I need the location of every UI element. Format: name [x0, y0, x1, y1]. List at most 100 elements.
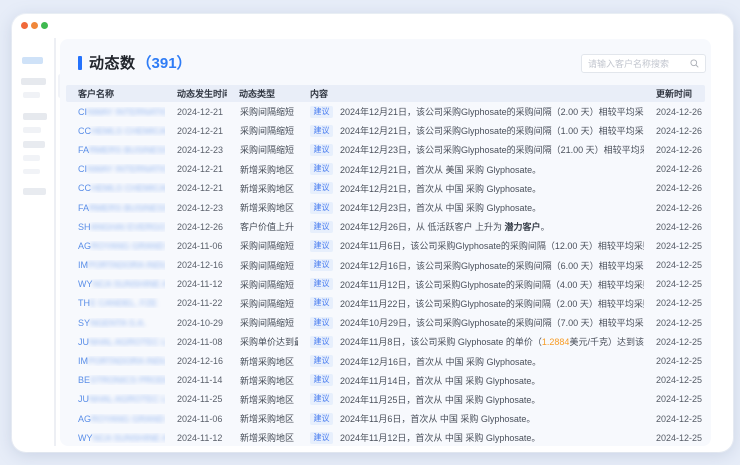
- suggestion-badge: 建议: [310, 317, 333, 329]
- customer-name-link[interactable]: WYNCA SUNSHINE AGRIC ...: [66, 279, 165, 289]
- suggestion-badge: 建议: [310, 182, 333, 194]
- content-text: 2024年12月21日，该公司采购Glyphosate的采购间隔（2.00 天）…: [340, 105, 644, 118]
- event-type-cell: 新增采购地区: [227, 355, 298, 368]
- event-type-cell: 新增采购地区: [227, 431, 298, 444]
- search-icon[interactable]: [690, 59, 699, 68]
- suggestion-badge: 建议: [310, 374, 333, 386]
- search-input[interactable]: [588, 59, 690, 69]
- main-panel: 动态数 （391） 客户名称 动态发生时间 动态类型 内容 更新时间 CINWA…: [60, 39, 711, 446]
- panel-header: 动态数 （391）: [60, 39, 711, 85]
- sidebar-item[interactable]: [21, 78, 46, 85]
- content-text: 2024年12月21日，首次从 中国 采购 Glyphosate。: [340, 182, 541, 195]
- updated-time-cell: 2024-12-26: [644, 222, 705, 232]
- customer-name-link[interactable]: IMPORTADORA INDUSTRIA...: [66, 260, 165, 270]
- blurred-name-text: E CANDEL, FZE: [90, 298, 157, 308]
- customer-name-link[interactable]: JUNHAL AGROTEC LIMITED: [66, 394, 165, 404]
- blurred-name-text: NHAL AGROTEC LI: [89, 394, 165, 404]
- event-time-cell: 2024-12-21: [165, 107, 227, 117]
- customer-name-link[interactable]: SHANGHAI EVERGO INTER...: [66, 222, 165, 232]
- updated-time-cell: 2024-12-25: [644, 337, 705, 347]
- content-text: 2024年12月21日，首次从 美国 采购 Glyphosate。: [340, 163, 541, 176]
- event-type-cell: 客户价值上升: [227, 220, 298, 233]
- content-text: 2024年12月21日，该公司采购Glyphosate的采购间隔（1.00 天）…: [340, 124, 644, 137]
- customer-name-link[interactable]: WYNCA SUNSHINE AGRIC ...: [66, 433, 165, 443]
- customer-name-link[interactable]: SYNGENTA S.A.: [66, 318, 165, 328]
- event-type-cell: 新增采购地区: [227, 393, 298, 406]
- content-text: 2024年11月22日，该公司采购Glyphosate的采购间隔（2.00 天）…: [340, 297, 644, 310]
- suggestion-badge: 建议: [310, 106, 333, 118]
- app-window: 动态数 （391） 客户名称 动态发生时间 动态类型 内容 更新时间 CINWA…: [12, 14, 733, 452]
- content-cell: 建议 2024年12月26日，从 低活跃客户 上升为 潜力客户。: [298, 220, 644, 233]
- window-maximize-button[interactable]: [41, 22, 48, 29]
- customer-name-link[interactable]: IMPORTADORA INDUSTRIA...: [66, 356, 165, 366]
- blurred-name-text: ROYANG GRAND C: [91, 414, 165, 424]
- updated-time-cell: 2024-12-25: [644, 394, 705, 404]
- suggestion-badge: 建议: [310, 278, 333, 290]
- table-row: WYNCA SUNSHINE AGRIC ... 2024-11-12 采购间隔…: [66, 275, 705, 294]
- table-row: FARMERS BUSINESS NET... 2024-12-23 采购间隔缩…: [66, 140, 705, 159]
- blurred-name-text: NHAL AGROTEC LI: [89, 337, 165, 347]
- updated-time-cell: 2024-12-25: [644, 356, 705, 366]
- content-cell: 建议 2024年12月16日，首次从 中国 采购 Glyphosate。: [298, 355, 644, 368]
- content-text: 2024年12月23日，该公司采购Glyphosate的采购间隔（21.00 天…: [340, 143, 644, 156]
- content-cell: 建议 2024年11月25日，首次从 中国 采购 Glyphosate。: [298, 393, 644, 406]
- event-time-cell: 2024-11-12: [165, 433, 227, 443]
- customer-name-link[interactable]: CINWAY INTERNATIONAL L...: [66, 164, 165, 174]
- updated-time-cell: 2024-12-25: [644, 279, 705, 289]
- sidebar-item[interactable]: [23, 141, 45, 148]
- customer-name-link[interactable]: AGROYANG GRAND COMPA...: [66, 414, 165, 424]
- customer-name-link[interactable]: CINWAY INTERNATIONAL L...: [66, 107, 165, 117]
- event-type-cell: 新增采购地区: [227, 374, 298, 387]
- event-time-cell: 2024-12-23: [165, 145, 227, 155]
- table-row: SYNGENTA S.A. 2024-10-29 采购间隔缩短 建议 2024年…: [66, 313, 705, 332]
- suggestion-badge: 建议: [310, 297, 333, 309]
- sidebar-item[interactable]: [23, 113, 47, 120]
- event-time-cell: 2024-12-21: [165, 183, 227, 193]
- sidebar-item[interactable]: [23, 92, 40, 98]
- blurred-name-text: RMERS BUSINESS: [89, 145, 165, 155]
- updated-time-cell: 2024-12-25: [644, 241, 705, 251]
- event-type-cell: 采购间隔缩短: [227, 239, 298, 252]
- blurred-name-text: PORTADORA INDU: [88, 260, 165, 270]
- sidebar-item[interactable]: [23, 127, 41, 133]
- customer-name-link[interactable]: THE CANDEL, FZE: [66, 298, 165, 308]
- customer-name-link[interactable]: JUNHAL AGROTEC LIMITED: [66, 337, 165, 347]
- updated-time-cell: 2024-12-25: [644, 298, 705, 308]
- customer-name-link[interactable]: BESTRONICS PRODUCTIO...: [66, 375, 165, 385]
- table-header-row: 客户名称 动态发生时间 动态类型 内容 更新时间: [66, 85, 705, 102]
- search-box[interactable]: [581, 54, 706, 73]
- customer-name-link[interactable]: CCHEMLS CHEMICALS LLC: [66, 126, 165, 136]
- window-controls: [21, 22, 48, 29]
- suggestion-badge: 建议: [310, 144, 333, 156]
- suggestion-badge: 建议: [310, 221, 333, 233]
- suggestion-badge: 建议: [310, 432, 333, 444]
- event-time-cell: 2024-11-08: [165, 337, 227, 347]
- content-text: 2024年12月16日，首次从 中国 采购 Glyphosate。: [340, 355, 541, 368]
- window-minimize-button[interactable]: [31, 22, 38, 29]
- window-close-button[interactable]: [21, 22, 28, 29]
- sidebar-item[interactable]: [23, 188, 46, 195]
- content-cell: 建议 2024年10月29日，该公司采购Glyphosate的采购间隔（7.00…: [298, 316, 644, 329]
- customer-name-link[interactable]: AGROYANG GRAND COMPA...: [66, 241, 165, 251]
- col-header-event-type: 动态类型: [227, 87, 298, 100]
- event-time-cell: 2024-12-21: [165, 126, 227, 136]
- event-type-cell: 采购间隔缩短: [227, 278, 298, 291]
- customer-name-link[interactable]: FARMERS BUSINESS NET...: [66, 145, 165, 155]
- content-cell: 建议 2024年11月12日，该公司采购Glyphosate的采购间隔（4.00…: [298, 278, 644, 291]
- customer-name-link[interactable]: FARMERS BUSINESS NET...: [66, 203, 165, 213]
- sidebar-item-active[interactable]: [22, 57, 43, 64]
- content-cell: 建议 2024年11月6日，该公司采购Glyphosate的采购间隔（12.00…: [298, 239, 644, 252]
- sidebar-item[interactable]: [23, 169, 40, 174]
- table-row: FARMERS BUSINESS NET... 2024-12-23 新增采购地…: [66, 198, 705, 217]
- blurred-name-text: RMERS BUSINESS: [89, 203, 165, 213]
- content-cell: 建议 2024年11月8日，该公司采购 Glyphosate 的单价（1.288…: [298, 335, 644, 348]
- content-text: 2024年11月14日，首次从 中国 采购 Glyphosate。: [340, 374, 540, 387]
- customer-name-link[interactable]: CCHEMLS CHEMICALS LLC: [66, 183, 165, 193]
- table-row: WYNCA SUNSHINE AGRIC ... 2024-11-12 新增采购…: [66, 428, 705, 447]
- title-accent-bar: [78, 56, 82, 70]
- table-row: JUNHAL AGROTEC LIMITED 2024-11-25 新增采购地区…: [66, 390, 705, 409]
- sidebar-item[interactable]: [23, 155, 40, 161]
- content-cell: 建议 2024年12月16日，该公司采购Glyphosate的采购间隔（6.00…: [298, 259, 644, 272]
- table-row: IMPORTADORA INDUSTRIA... 2024-12-16 新增采购…: [66, 351, 705, 370]
- updated-time-cell: 2024-12-26: [644, 164, 705, 174]
